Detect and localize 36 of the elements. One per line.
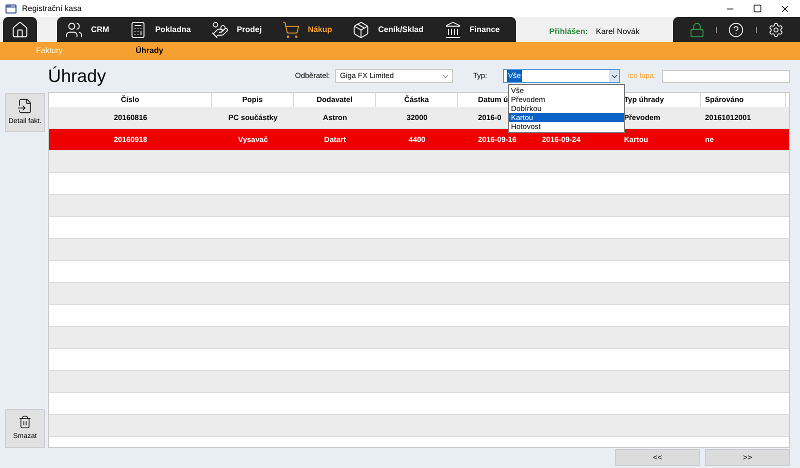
nav-tab[interactable]: Ceník/Sklad	[344, 17, 436, 42]
logged-in-label: Přihlášen:	[549, 26, 588, 38]
nav-tab[interactable]: Pokladna	[121, 17, 203, 42]
close-icon	[780, 4, 790, 14]
nav-tab[interactable]: CRM	[57, 17, 122, 42]
maximize-icon	[753, 4, 762, 13]
search-field[interactable]	[662, 70, 790, 82]
dropdown-button[interactable]	[609, 70, 619, 82]
bank-icon	[444, 20, 462, 38]
maximize-button[interactable]	[753, 4, 762, 13]
page-title: Úhrady	[48, 64, 108, 88]
subnav-tab[interactable]: Úhrady	[136, 45, 164, 57]
people-icon	[65, 20, 83, 38]
nav-tab[interactable]: Finance	[436, 17, 516, 42]
window-title: Registrační kasa	[22, 2, 82, 14]
home-icon	[11, 20, 29, 38]
home-tab[interactable]	[3, 17, 37, 42]
previous-button[interactable]: <<	[615, 449, 700, 466]
document-arrow-icon	[17, 98, 33, 114]
settings-icon	[768, 22, 784, 38]
calculator-icon	[129, 20, 148, 38]
lock-button[interactable]	[688, 22, 705, 38]
settings-button[interactable]	[768, 22, 784, 38]
trash-icon	[18, 414, 32, 429]
lock-icon	[688, 22, 705, 38]
user-name: Karel Novák	[596, 26, 640, 38]
help-icon	[728, 22, 744, 38]
next-button[interactable]: >>	[705, 449, 790, 466]
help-button[interactable]	[728, 22, 744, 38]
cart-icon	[282, 20, 300, 38]
close-button[interactable]	[780, 4, 790, 14]
app-icon	[5, 2, 17, 14]
hand-coins-icon	[210, 20, 229, 38]
package-icon	[352, 20, 370, 38]
nav-tab[interactable]: Nákup	[274, 17, 344, 42]
nav-tab[interactable]: Prodej	[202, 17, 274, 42]
